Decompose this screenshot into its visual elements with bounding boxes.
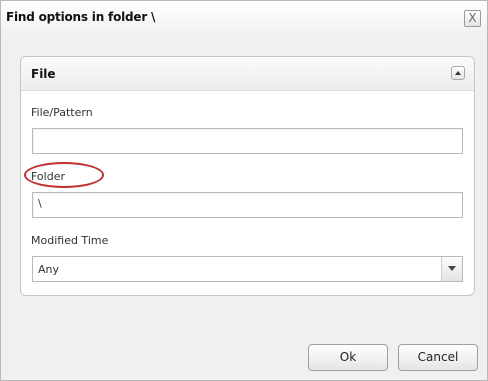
find-options-dialog: Find options in folder \ X File File/Pat…	[0, 0, 488, 381]
cancel-button[interactable]: Cancel	[398, 344, 478, 371]
file-pattern-input[interactable]	[32, 128, 463, 154]
file-pattern-label: File/Pattern	[31, 106, 93, 119]
folder-input[interactable]: \	[32, 192, 463, 218]
file-panel-header[interactable]: File	[21, 57, 474, 91]
dialog-title: Find options in folder \	[6, 10, 156, 24]
dropdown-arrow[interactable]	[441, 257, 462, 281]
chevron-up-icon	[455, 71, 461, 75]
panel-title: File	[31, 67, 56, 81]
ok-button[interactable]: Ok	[308, 344, 388, 371]
collapse-button[interactable]	[451, 66, 465, 80]
modified-time-value: Any	[38, 263, 60, 276]
dialog-titlebar: Find options in folder \ X	[1, 1, 487, 33]
chevron-down-icon	[448, 266, 456, 271]
modified-time-select[interactable]: Any	[32, 256, 463, 282]
close-button[interactable]: X	[464, 10, 481, 27]
modified-time-label: Modified Time	[31, 234, 109, 247]
highlight-ellipse	[24, 162, 104, 188]
